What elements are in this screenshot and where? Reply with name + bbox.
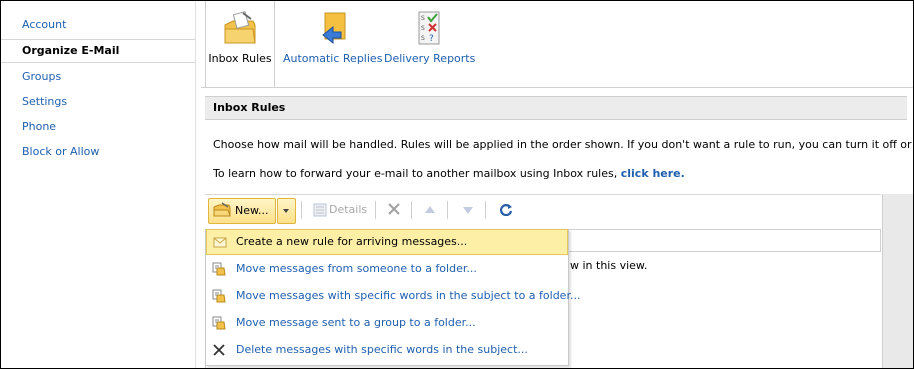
automatic-replies-icon [322, 12, 346, 45]
new-rule-label: New... [235, 204, 269, 217]
tab-inbox-rules[interactable]: Inbox Rules [205, 1, 275, 87]
tab-delivery-reports-label: Delivery Reports [384, 52, 476, 65]
svg-text:S: S [421, 15, 425, 22]
arrow-up-icon [425, 206, 435, 213]
delete-x-icon [388, 203, 400, 215]
menu-item-move-sent-to-group[interactable]: Move message sent to a group to a folder… [206, 310, 568, 336]
sidebar-nav: Account Organize E-Mail Groups Settings … [1, 1, 196, 368]
toolbar-divider [447, 201, 448, 219]
top-toolbar: Inbox Rules Automatic Replies ? S S S De… [201, 1, 913, 88]
envelope-icon [213, 237, 227, 248]
details-label: Details [329, 203, 368, 216]
grid-side-panel [882, 194, 913, 368]
menu-item-label: Move message sent to a group to a folder… [236, 316, 476, 329]
new-folder-icon [213, 202, 231, 217]
menu-item-label: Create a new rule for arriving messages.… [236, 235, 468, 248]
sidebar-item-block-or-allow[interactable]: Block or Allow [1, 141, 195, 163]
tab-delivery-reports[interactable]: ? S S S Delivery Reports [384, 1, 476, 87]
new-rule-dropdown-button[interactable] [277, 198, 296, 224]
svg-text:S: S [421, 25, 425, 32]
tab-automatic-replies-label: Automatic Replies [283, 52, 383, 65]
toolbar-divider [411, 201, 412, 219]
toolbar-divider [485, 201, 486, 219]
inbox-rules-icon [224, 11, 256, 44]
delete-rule-button[interactable] [385, 198, 403, 222]
sidebar-item-organize-email[interactable]: Organize E-Mail [1, 39, 195, 63]
section-title: Inbox Rules [205, 96, 907, 120]
menu-item-move-from-someone[interactable]: Move messages from someone to a folder..… [206, 256, 568, 282]
delivery-reports-icon: ? S S S [418, 11, 440, 45]
forward-instructions: To learn how to forward your e-mail to a… [213, 167, 685, 180]
menu-item-label: Delete messages with specific words in t… [236, 343, 528, 356]
refresh-icon [499, 204, 513, 216]
sidebar-item-settings[interactable]: Settings [1, 91, 195, 113]
menu-item-move-by-subject-words[interactable]: Move messages with specific words in the… [206, 283, 580, 309]
menu-item-create-new-rule[interactable]: Create a new rule for arriving messages.… [206, 229, 568, 255]
tab-automatic-replies[interactable]: Automatic Replies [283, 1, 383, 87]
menu-item-label: Move messages from someone to a folder..… [236, 262, 477, 275]
click-here-link[interactable]: click here. [621, 167, 685, 180]
move-down-button[interactable] [459, 198, 477, 222]
toolbar-divider [301, 201, 302, 219]
menu-item-label: Move messages with specific words in the… [236, 289, 581, 302]
details-button[interactable]: Details [311, 198, 371, 222]
rules-description: Choose how mail will be handled. Rules w… [213, 138, 914, 151]
sidebar-item-groups[interactable]: Groups [1, 66, 195, 88]
sidebar-item-phone[interactable]: Phone [1, 116, 195, 138]
forward-text: To learn how to forward your e-mail to a… [213, 167, 618, 180]
delete-x-icon [213, 344, 225, 356]
grid-empty-message: w in this view. [570, 259, 648, 272]
toolbar-divider [375, 201, 376, 219]
arrow-down-icon [463, 207, 473, 214]
new-rule-menu: Create a new rule for arriving messages.… [205, 229, 580, 366]
move-to-folder-icon [212, 262, 226, 276]
sidebar-item-account[interactable]: Account [1, 14, 195, 36]
move-to-folder-icon [212, 316, 226, 330]
new-rule-button[interactable]: New... [208, 198, 276, 224]
tab-inbox-rules-label: Inbox Rules [208, 52, 272, 65]
menu-item-delete-by-subject-words[interactable]: Delete messages with specific words in t… [206, 337, 568, 363]
details-icon [313, 203, 327, 217]
rules-grid-header [569, 229, 881, 252]
move-to-folder-icon [212, 289, 226, 303]
refresh-button[interactable] [497, 198, 515, 222]
move-up-button[interactable] [421, 198, 439, 222]
options-window: Account Organize E-Mail Groups Settings … [0, 0, 914, 369]
rules-toolbar: New... Details [205, 194, 881, 225]
svg-text:?: ? [429, 34, 434, 44]
svg-text:S: S [421, 35, 425, 42]
